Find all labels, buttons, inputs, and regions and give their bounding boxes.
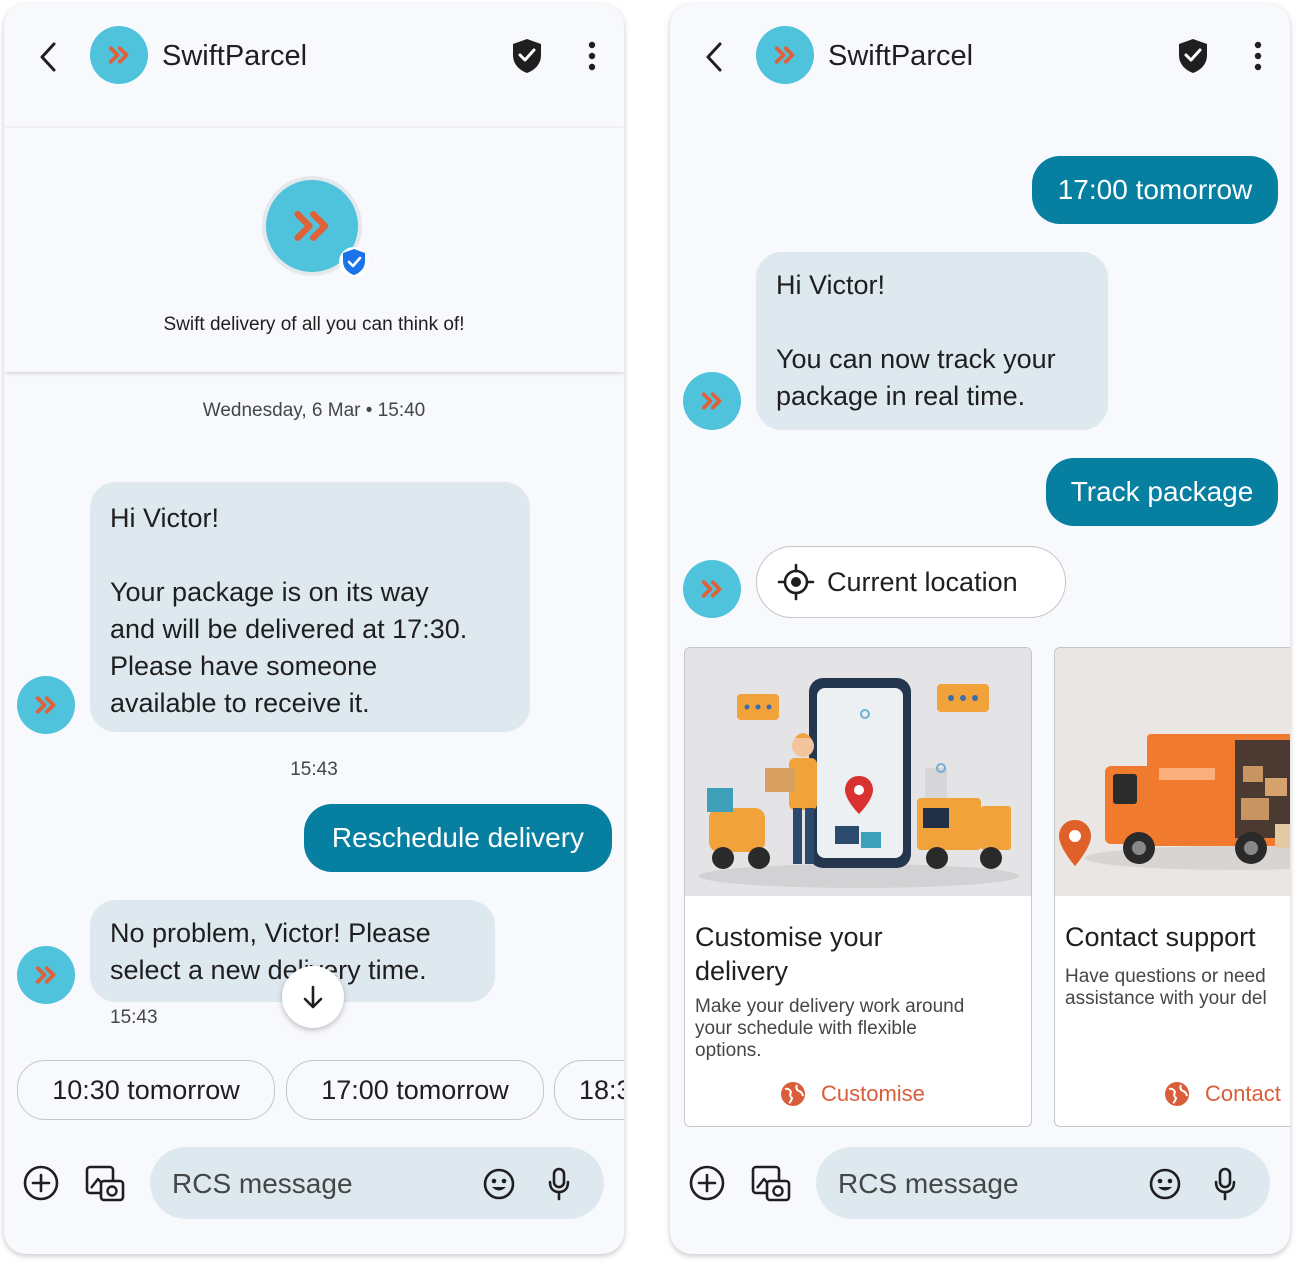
current-location-label: Current location [827,566,1018,597]
app-header: SwiftParcel [670,4,1290,114]
brand-avatar[interactable] [90,26,148,84]
more-vert-icon[interactable] [582,40,602,72]
brand-tagline: Swift delivery of all you can think of! [163,314,465,335]
scroll-down-icon [303,985,323,1009]
message-input-placeholder: RCS message [838,1168,1019,1199]
message-timestamp: 15:43 [290,759,338,780]
card-action-label: Customise [821,1081,925,1106]
card-title: Customise your delivery [695,922,883,986]
add-circle-icon[interactable] [688,1164,726,1202]
brand-avatar[interactable] [756,26,814,84]
brand-logo-icon [31,960,61,990]
conversation-screen-left: SwiftParcel Swift delivery of all you ca… [4,4,624,1254]
emoji-icon[interactable] [482,1167,516,1201]
customise-action[interactable]: Customise [779,1080,925,1108]
card-action-label: Contact [1205,1081,1281,1106]
card-title: Contact support [1065,922,1256,952]
card-description: Make your delivery work around your sche… [695,996,965,1061]
brand-logo-icon [697,386,727,416]
current-location-chip[interactable]: Current location [756,546,1066,618]
brand-logo-icon [770,40,800,70]
brand-logo-icon [286,200,338,252]
truck-illustration [1055,648,1290,896]
conversation-screen-right: SwiftParcel 17:00 tomorrow Hi Victor! Yo… [670,4,1290,1254]
date-separator: Wednesday, 6 Mar • 15:40 [202,400,426,421]
message-input-placeholder: RCS message [172,1168,353,1199]
sender-avatar [17,676,75,734]
gallery-icon[interactable] [750,1164,792,1204]
card-description: Have questions or need assistance with y… [1065,966,1267,1009]
outgoing-message[interactable]: 17:00 tomorrow [1032,156,1278,224]
brand-logo-icon [31,690,61,720]
verified-check-icon [339,247,369,277]
message-input[interactable]: RCS message [150,1147,604,1219]
suggestion-chip[interactable]: 17:00 tomorrow [286,1060,544,1120]
gallery-icon[interactable] [84,1164,126,1204]
mic-icon[interactable] [1212,1166,1238,1202]
message-timestamp: 15:43 [110,1007,158,1028]
back-arrow-icon[interactable] [34,40,64,74]
suggestion-chip[interactable]: 10:30 tomorrow [17,1060,275,1120]
rich-card-contact[interactable]: Contact support Have questions or need a… [1054,647,1290,1127]
incoming-message[interactable]: Hi Victor! Your package is on its way an… [90,482,530,732]
emoji-icon[interactable] [1148,1167,1182,1201]
outgoing-message[interactable]: Track package [1046,458,1278,526]
header-title: SwiftParcel [162,40,308,72]
sender-avatar [683,372,741,430]
scroll-to-bottom-button[interactable] [282,966,344,1028]
sender-avatar [17,946,75,1004]
more-vert-icon[interactable] [1248,40,1268,72]
shield-check-icon[interactable] [510,37,544,75]
globe-icon [781,1082,805,1106]
brand-logo-icon [104,40,134,70]
back-arrow-icon[interactable] [700,40,730,74]
globe-icon [1165,1082,1189,1106]
shield-check-icon[interactable] [1176,37,1210,75]
suggestion-chip[interactable]: 18:3 [554,1060,624,1120]
sender-avatar [683,560,741,618]
outgoing-message[interactable]: Reschedule delivery [304,804,612,872]
mic-icon[interactable] [546,1166,572,1202]
brand-logo-icon [697,574,727,604]
rich-card-customise[interactable]: Customise your delivery Make your delive… [684,647,1032,1127]
add-circle-icon[interactable] [22,1164,60,1202]
header-title: SwiftParcel [828,40,974,72]
incoming-message[interactable]: Hi Victor! You can now track your packag… [756,252,1108,430]
brand-profile-card: Swift delivery of all you can think of! [4,128,624,372]
delivery-illustration [685,648,1031,896]
message-input[interactable]: RCS message [816,1147,1270,1219]
my-location-icon [777,563,815,601]
contact-action[interactable]: Contact [1163,1080,1281,1108]
app-header: SwiftParcel [4,4,624,114]
